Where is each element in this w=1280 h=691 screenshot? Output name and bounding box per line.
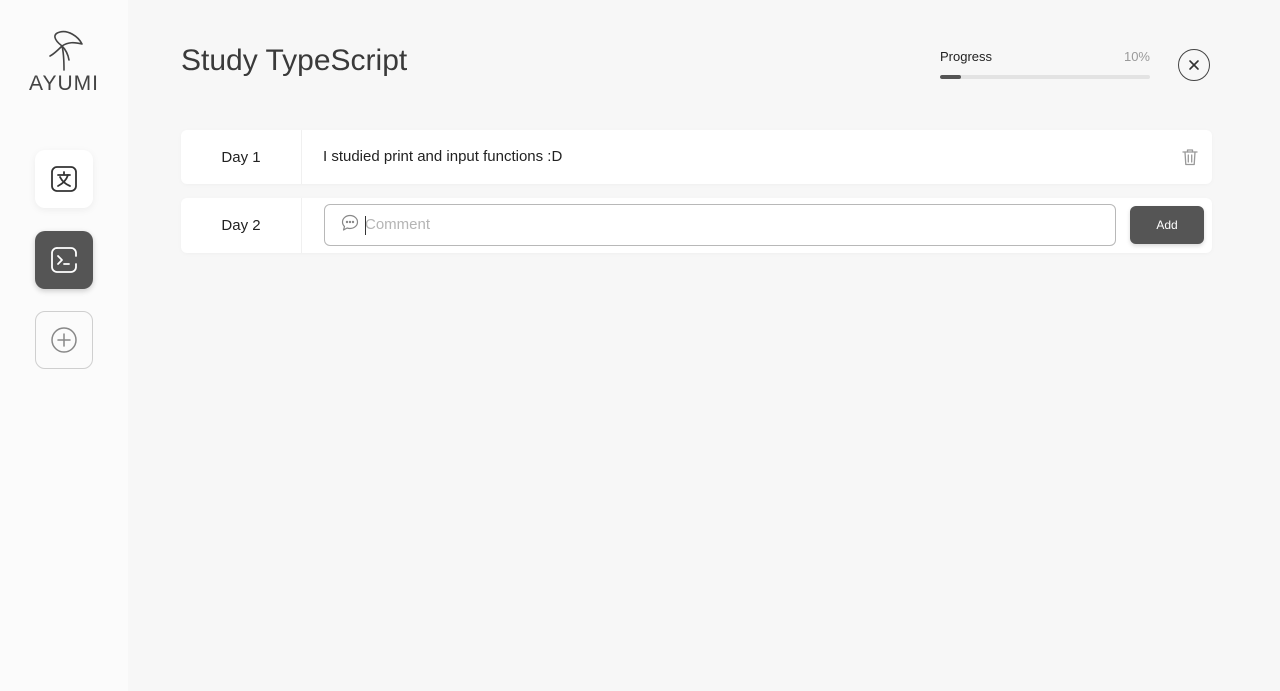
close-icon [1189,60,1199,70]
trash-icon [1182,149,1198,166]
day-label: Day 2 [181,198,302,253]
sidebar-item-terminal[interactable] [35,231,93,289]
comment-icon [341,214,359,231]
terminal-icon [51,247,77,273]
delete-entry-button[interactable] [1180,146,1200,168]
logo-text: AYUMI [29,72,99,95]
comment-field[interactable] [324,204,1116,246]
plus-circle-icon [51,327,77,353]
add-button[interactable]: Add [1130,206,1204,244]
sidebar-item-translate[interactable] [35,150,93,208]
progress-value: 10% [1123,49,1150,64]
progress-label: Progress [940,49,993,64]
translate-icon [51,166,77,192]
comment-input[interactable] [365,205,1105,244]
sidebar-item-add[interactable] [35,311,93,369]
sidebar: AYUMI [0,0,128,691]
text-caret [365,216,366,235]
entry-row: Day 1 I studied print and input function… [181,130,1212,184]
progress-bar [940,75,1150,79]
progress-bar-fill [940,75,961,79]
page-title: Study TypeScript [181,44,408,77]
day-label: Day 1 [181,130,302,184]
close-button[interactable] [1178,49,1210,81]
new-entry-row: Day 2 Add [181,198,1212,253]
app-root: AYUMI Study TypeScript Progress 10% Day … [0,0,1280,691]
entry-text: I studied print and input functions :D [323,148,563,165]
leaf-logo-icon [49,30,83,71]
logo[interactable]: AYUMI [22,28,106,98]
